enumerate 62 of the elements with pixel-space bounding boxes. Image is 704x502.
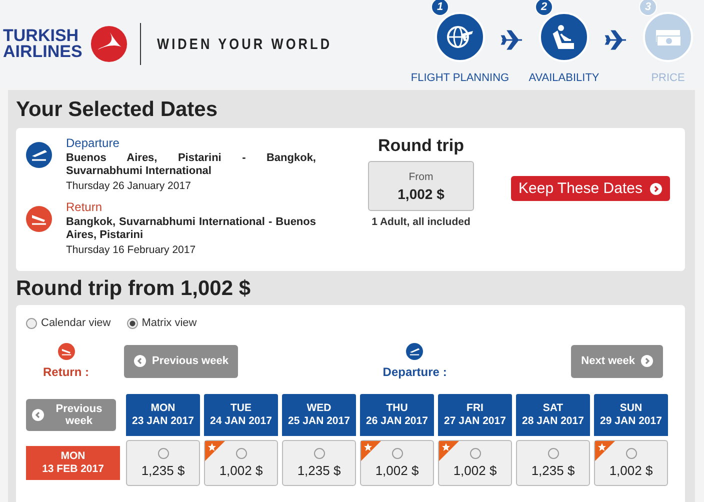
- fare-cell[interactable]: 1,002 $: [204, 440, 278, 486]
- route-text: Buenos Aires, Pistarini - Bangkok, Suvarnabhumi International: [66, 152, 316, 178]
- plane-icon: [500, 28, 524, 52]
- step-label: AVAILABILITY: [528, 72, 600, 84]
- landing-icon: [26, 206, 52, 232]
- keep-dates-button[interactable]: Keep These Dates: [510, 176, 670, 201]
- chevron-right-icon: [650, 182, 662, 194]
- departure-date-header: TUE 24 JAN 2017: [204, 394, 278, 436]
- return-date-header: MON 13 FEB 2017: [26, 446, 120, 480]
- fare-price: 1,235 $: [297, 463, 341, 478]
- section-title: Your Selected Dates: [16, 98, 219, 122]
- brand-name: TURKISH AIRLINES: [3, 28, 82, 60]
- landing-icon: [58, 343, 74, 360]
- step-circle[interactable]: [435, 12, 485, 62]
- leg-label: Departure: [66, 136, 120, 150]
- departure-date-header: THU 26 JAN 2017: [360, 394, 434, 436]
- slogan: WIDEN YOUR WORLD: [157, 36, 332, 52]
- chevron-right-icon: [640, 355, 653, 367]
- fare-cell[interactable]: 1,002 $: [594, 440, 668, 486]
- leg-label: Return: [66, 200, 104, 214]
- fare-price: 1,002 $: [609, 463, 653, 478]
- chevron-left-icon: [32, 409, 44, 421]
- step-number: 3: [639, 0, 657, 16]
- view-radio[interactable]: [126, 318, 138, 328]
- view-label: Matrix view: [142, 317, 197, 329]
- fare-price: 1,002 $: [375, 463, 419, 478]
- date-text: Thursday 16 February 2017: [66, 244, 197, 256]
- departure-date-header: WED 25 JAN 2017: [282, 394, 356, 436]
- step-number: 1: [431, 0, 449, 16]
- departure-date-header: MON 23 JAN 2017: [126, 394, 200, 436]
- from-label: From: [408, 170, 434, 182]
- fare-price: 1,002 $: [453, 463, 497, 478]
- plane-icon: [604, 28, 628, 52]
- fare-cell[interactable]: 1,235 $: [126, 440, 200, 486]
- fare-cell[interactable]: 1,235 $: [516, 440, 590, 486]
- departure-date-header: SUN 29 JAN 2017: [594, 394, 668, 436]
- chevron-left-icon: [134, 355, 146, 367]
- price-text: 1,002 $: [398, 186, 444, 202]
- takeoff-icon: [406, 343, 424, 360]
- departure-label: Departure :: [382, 365, 447, 379]
- fare-cell[interactable]: 1,002 $: [438, 440, 512, 486]
- step-label: PRICE: [651, 72, 685, 84]
- section-title: Round trip from 1,002 $: [16, 277, 252, 301]
- view-radio[interactable]: [26, 318, 37, 328]
- fare-price: 1,235 $: [531, 463, 575, 478]
- route-text: Bangkok, Suvarnabhumi International - Buenos Aires, Pistarini: [66, 216, 316, 242]
- trip-type: Round trip: [378, 136, 464, 156]
- date-text: Thursday 26 January 2017: [66, 180, 192, 192]
- takeoff-icon: [26, 142, 52, 168]
- fare-cell[interactable]: 1,235 $: [282, 440, 356, 486]
- return-label: Return :: [43, 365, 89, 379]
- fare-cell[interactable]: 1,002 $: [360, 440, 434, 486]
- bird-logo-icon: [90, 25, 128, 63]
- fare-price: 1,235 $: [141, 463, 185, 478]
- fare-price: 1,002 $: [219, 463, 263, 478]
- passenger-note: 1 Adult, all included: [372, 216, 470, 228]
- view-label: Calendar view: [41, 317, 111, 329]
- departure-date-header: FRI 27 JAN 2017: [438, 394, 512, 436]
- departure-date-header: SAT 28 JAN 2017: [516, 394, 590, 436]
- step-circle[interactable]: [539, 12, 589, 62]
- step-number: 2: [535, 0, 553, 16]
- step-label: FLIGHT PLANNING: [410, 72, 510, 84]
